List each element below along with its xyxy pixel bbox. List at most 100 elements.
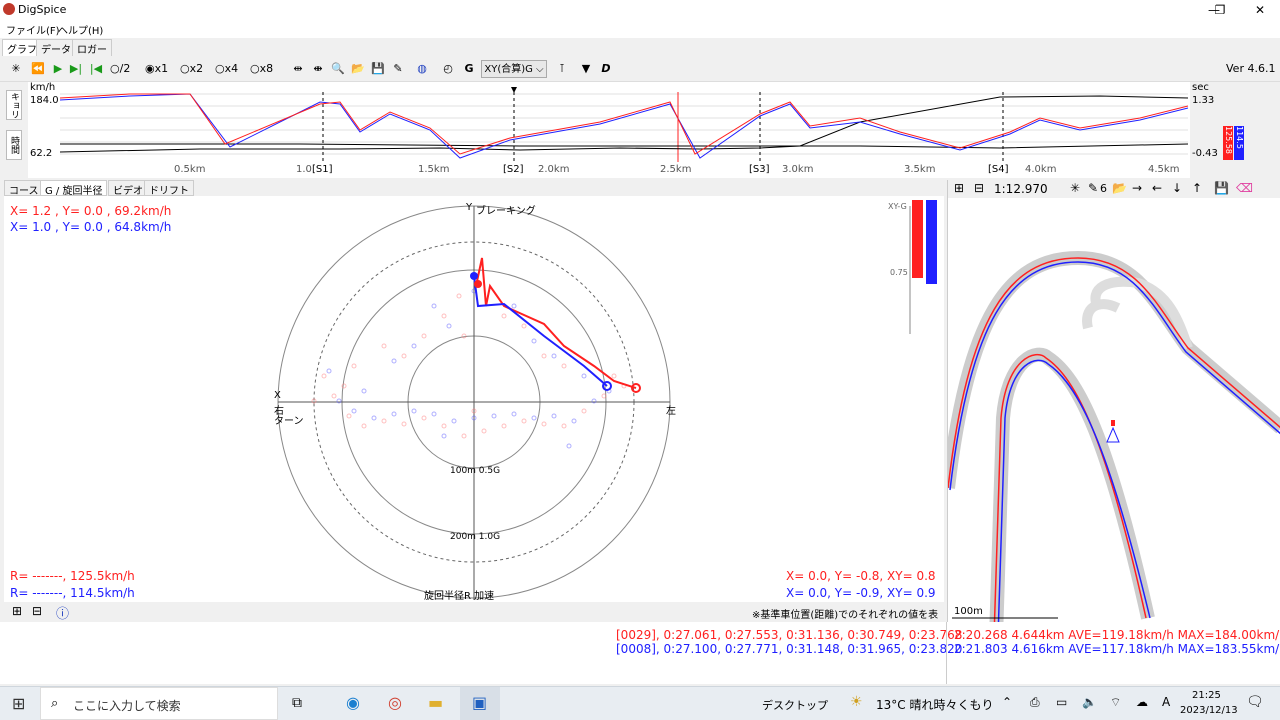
map-settings-icon[interactable]: ✳ bbox=[1070, 181, 1080, 195]
expand-icon[interactable]: ⇹ bbox=[290, 60, 306, 78]
main-tabs: グラフ データ ロガー bbox=[0, 38, 1280, 56]
tool-icon[interactable]: ✎ bbox=[390, 60, 406, 78]
tab-logger[interactable]: ロガー bbox=[72, 39, 112, 56]
app-icon bbox=[3, 3, 15, 15]
graph-xtick: 2.5km bbox=[660, 164, 692, 175]
tab-video[interactable]: ビデオ bbox=[108, 180, 148, 197]
map-right-icon[interactable]: → bbox=[1132, 181, 1142, 195]
zoom-icon[interactable]: 🔍 bbox=[330, 60, 346, 78]
map-time: 1:12.970 bbox=[994, 182, 1048, 196]
blue-radius-readout: R= -------, 114.5km/h bbox=[10, 586, 135, 600]
divider bbox=[946, 622, 947, 684]
cloud-icon[interactable]: ☁ bbox=[1136, 695, 1148, 709]
map-scale: 100m bbox=[954, 606, 983, 617]
tab-distance[interactable]: キョリ bbox=[6, 90, 22, 120]
settings-icon[interactable]: ✳ bbox=[8, 60, 24, 78]
graph-ymax-right: 1.33 bbox=[1192, 95, 1215, 106]
speed-x2-radio[interactable]: ○x2 bbox=[180, 60, 203, 78]
map-folder-icon[interactable]: 📂 bbox=[1112, 181, 1127, 195]
marker-icon[interactable]: ▼ bbox=[578, 60, 594, 78]
cursor-icon[interactable]: ⊺ bbox=[554, 60, 570, 78]
tray-icon[interactable]: ⎙ bbox=[1030, 695, 1040, 710]
mode-select[interactable]: XY(合算)G ⌵ bbox=[481, 60, 547, 78]
info-icon[interactable]: ⓘ bbox=[56, 603, 69, 622]
close-button[interactable]: ✕ bbox=[1240, 0, 1280, 20]
globe-icon[interactable]: ◍ bbox=[414, 60, 430, 78]
volume-icon[interactable]: 🔈 bbox=[1082, 695, 1097, 709]
taskbar-search[interactable]: ⌕ ここに入力して検索 bbox=[40, 687, 278, 720]
open-folder-icon[interactable]: 📂 bbox=[350, 60, 366, 78]
map-save-icon[interactable]: 💾 bbox=[1214, 181, 1229, 195]
g-circle-panel[interactable]: X= 1.2 , Y= 0.0 , 69.2km/h X= 1.0 , Y= 0… bbox=[4, 196, 944, 602]
map-up-icon[interactable]: ↑ bbox=[1192, 181, 1202, 195]
blue-summary: 2:21.803 4.616km AVE=117.18km/h MAX=183.… bbox=[954, 642, 1280, 656]
speed-half-label: /2 bbox=[119, 62, 131, 75]
map-zoom-out-icon[interactable]: ⊟ bbox=[974, 181, 984, 195]
clock-date[interactable]: 2023/12/13 bbox=[1180, 705, 1238, 716]
maximize-button[interactable]: ❐ bbox=[1200, 0, 1240, 20]
menu-help[interactable]: ヘルプ(H) bbox=[58, 22, 103, 37]
tab-time[interactable]: 時間 bbox=[6, 130, 22, 160]
g-icon[interactable]: G bbox=[462, 60, 476, 78]
chrome-icon[interactable]: ◎ bbox=[388, 693, 402, 712]
clock-time[interactable]: 21:25 bbox=[1192, 690, 1221, 701]
shrink-icon[interactable]: ⇼ bbox=[310, 60, 326, 78]
tab-g-radius[interactable]: G / 旋回半径 bbox=[40, 180, 108, 197]
save-icon[interactable]: 💾 bbox=[370, 60, 386, 78]
gauge-icon[interactable]: ◴ bbox=[440, 60, 456, 78]
course-map-panel[interactable]: ⊞ ⊟ 1:12.970 ✳ ✎ 6 📂 → ← ↓ ↑ 💾 ⌫ 100m bbox=[947, 180, 1280, 622]
red-xy-readout: X= 1.2 , Y= 0.0 , 69.2km/h bbox=[10, 204, 172, 218]
network-icon[interactable]: ⌔ bbox=[1110, 695, 1121, 710]
map-eraser-icon[interactable]: ⌫ bbox=[1236, 181, 1253, 195]
graph-sector-marker: [S2] bbox=[503, 164, 524, 175]
left-label: 左 bbox=[666, 406, 676, 417]
ime-indicator[interactable]: A bbox=[1162, 695, 1170, 709]
rewind-icon[interactable]: ⏪ bbox=[30, 60, 46, 78]
battery-icon[interactable]: ▭ bbox=[1056, 695, 1067, 709]
speed-half-radio[interactable]: ○/2 bbox=[110, 60, 130, 78]
speed-graph[interactable]: km/h 184.0 62.2 sec 1.33 -0.43 0.5km 1.0… bbox=[0, 82, 1244, 178]
digspice-task[interactable]: ▣ bbox=[460, 687, 500, 720]
map-toolbar: ⊞ ⊟ 1:12.970 ✳ ✎ 6 📂 → ← ↓ ↑ 💾 ⌫ bbox=[948, 180, 1280, 198]
map-tool-icon[interactable]: ✎ bbox=[1088, 181, 1098, 195]
red-radius-readout: R= -------, 125.5km/h bbox=[10, 569, 135, 583]
zoom-in-icon[interactable]: ⊞ bbox=[12, 604, 22, 618]
edge-icon[interactable]: ◉ bbox=[346, 693, 360, 712]
menu-file[interactable]: ファイル(F) bbox=[6, 22, 60, 37]
red-g-readout: X= 0.0, Y= -0.8, XY= 0.8 bbox=[786, 569, 936, 583]
tab-drift[interactable]: ドリフト bbox=[144, 180, 194, 197]
zoom-out-icon[interactable]: ⊟ bbox=[32, 604, 42, 618]
map-down-icon[interactable]: ↓ bbox=[1172, 181, 1182, 195]
legend-red: 125.58 bbox=[1223, 126, 1233, 160]
bottom-axis-label: 旋回半径R 加速 bbox=[424, 591, 495, 602]
graph-xtick: 1.5km bbox=[418, 164, 450, 175]
speed-x8-radio[interactable]: ○x8 bbox=[250, 60, 273, 78]
map-zoom-in-icon[interactable]: ⊞ bbox=[954, 181, 964, 195]
task-view-icon[interactable]: ⧉ bbox=[292, 695, 302, 711]
weather-text[interactable]: 13°C 晴れ時々くもり bbox=[876, 696, 993, 713]
tray-chevron-icon[interactable]: ⌃ bbox=[1002, 695, 1012, 709]
map-left-icon[interactable]: ← bbox=[1152, 181, 1162, 195]
legend-blue: 114.5 bbox=[1234, 126, 1244, 160]
speed-x1-radio[interactable]: ◉x1 bbox=[145, 60, 168, 78]
graph-xtick: 2.0km bbox=[538, 164, 570, 175]
d-icon[interactable]: D bbox=[598, 60, 614, 78]
explorer-icon[interactable]: ▬ bbox=[428, 693, 443, 712]
turn-label: ターン bbox=[274, 416, 304, 427]
tab-course[interactable]: コース bbox=[4, 180, 44, 197]
graph-xtick: 3.5km bbox=[904, 164, 936, 175]
graph-xtick: 0.5km bbox=[174, 164, 206, 175]
tab-data[interactable]: データ bbox=[36, 39, 76, 56]
xyg-bar-blue bbox=[926, 200, 937, 284]
play-icon[interactable]: ▶ bbox=[50, 60, 66, 78]
step-forward-icon[interactable]: ▶| bbox=[68, 60, 84, 78]
menu-bar: ファイル(F) ヘルプ(H) bbox=[0, 20, 1280, 38]
desktop-label[interactable]: デスクトップ bbox=[762, 697, 828, 713]
graph-ymin-left: 62.2 bbox=[30, 148, 53, 159]
speed-x4-radio[interactable]: ○x4 bbox=[215, 60, 238, 78]
step-back-icon[interactable]: |◀ bbox=[88, 60, 104, 78]
windows-start-icon[interactable]: ⊞ bbox=[12, 694, 25, 713]
xyg-bar-value: 0.75 bbox=[890, 268, 908, 277]
notification-icon[interactable]: 🗨 bbox=[1246, 694, 1264, 710]
graph-xtick: 3.0km bbox=[782, 164, 814, 175]
